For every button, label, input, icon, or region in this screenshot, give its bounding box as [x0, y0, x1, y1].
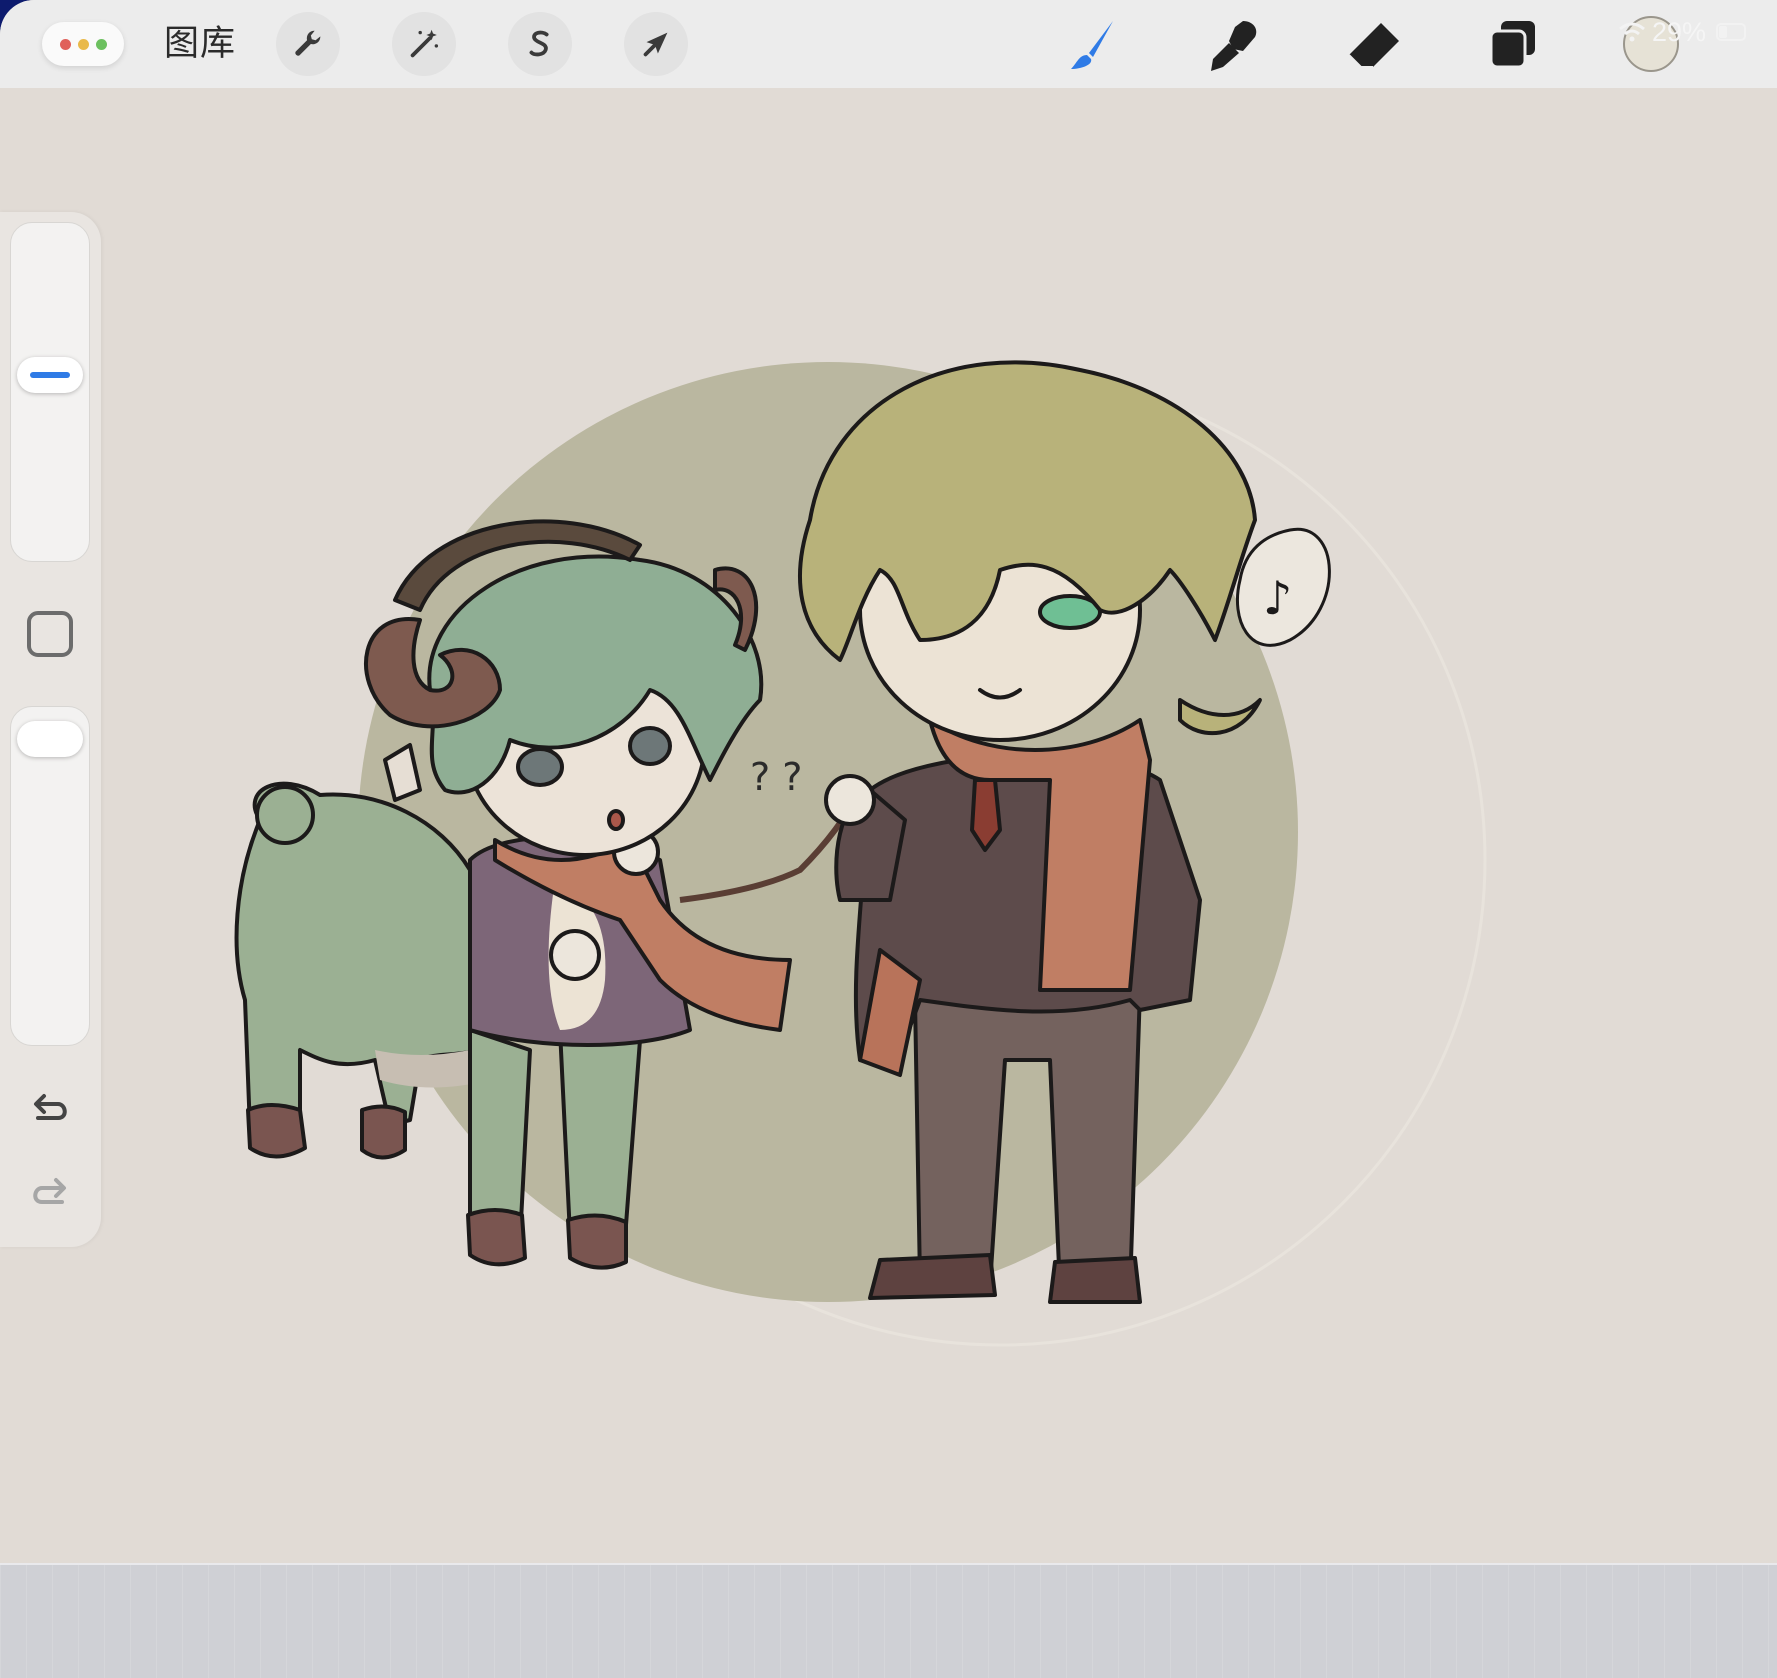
- eraser-tool[interactable]: [1340, 14, 1406, 76]
- battery-icon: [1716, 23, 1747, 41]
- status-bar: 29%: [1618, 14, 1747, 50]
- top-toolbar: 图库 29%: [0, 0, 1777, 88]
- minimize-dot[interactable]: [77, 38, 89, 50]
- redo-button[interactable]: [22, 1166, 78, 1222]
- wrench-icon: [295, 30, 321, 56]
- selection-button[interactable]: [508, 12, 572, 76]
- close-dot[interactable]: [59, 38, 71, 50]
- undo-button[interactable]: [22, 1082, 78, 1138]
- artwork: ? ? ♪: [234, 360, 1487, 1347]
- question-marks: ? ?: [750, 755, 802, 799]
- square-modify-icon[interactable]: [27, 611, 73, 657]
- brush-size-slider[interactable]: [10, 222, 90, 562]
- brush-opacity-slider[interactable]: [10, 706, 90, 1046]
- bottom-area: [0, 1563, 1777, 1678]
- opacity-slider-handle[interactable]: [17, 721, 83, 757]
- size-slider-handle[interactable]: [17, 357, 83, 393]
- transform-button[interactable]: [624, 12, 688, 76]
- left-sidebar: [0, 212, 101, 1247]
- speech-bubble: ♪: [1235, 527, 1331, 647]
- selection-s-icon: [529, 30, 549, 57]
- layers-tool[interactable]: [1480, 14, 1546, 76]
- smudge-tool[interactable]: [1200, 14, 1266, 76]
- undo-icon: [34, 1094, 67, 1120]
- redo-icon: [33, 1178, 66, 1204]
- gallery-button[interactable]: 图库: [164, 20, 236, 68]
- layers-icon: [1489, 21, 1535, 69]
- battery-percent: 29%: [1652, 16, 1707, 47]
- adjustments-button[interactable]: [392, 12, 456, 76]
- wifi-icon: [1619, 22, 1645, 42]
- eraser-icon: [1348, 23, 1399, 68]
- procreate-screen: ? ? ♪ 图库 29%: [0, 0, 1777, 1678]
- smudge-icon: [1211, 21, 1257, 71]
- music-note-text: ♪: [1263, 571, 1292, 625]
- size-slider-indicator: [30, 372, 70, 378]
- brush-tool[interactable]: [1060, 14, 1126, 76]
- arrow-cursor-icon: [643, 32, 668, 57]
- drawing-canvas[interactable]: ? ? ♪: [0, 88, 1777, 1563]
- zoom-dot[interactable]: [95, 38, 107, 50]
- brush-icon: [1071, 21, 1113, 69]
- window-controls[interactable]: [42, 22, 124, 66]
- magic-wand-icon: [410, 29, 439, 58]
- actions-button[interactable]: [276, 12, 340, 76]
